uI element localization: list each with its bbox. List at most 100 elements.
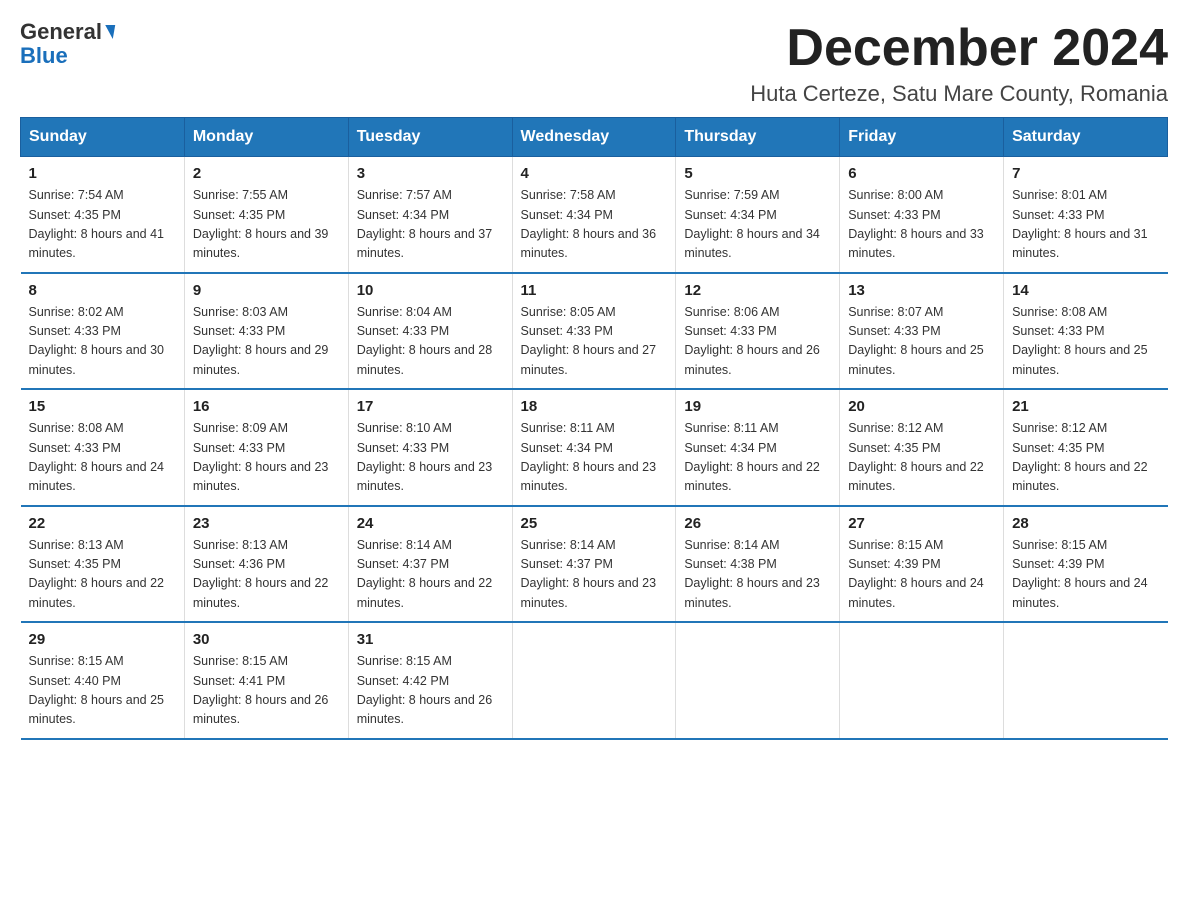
day-number: 24: [357, 515, 504, 532]
day-number: 11: [521, 282, 668, 299]
day-info: Sunrise: 8:06 AMSunset: 4:33 PMDaylight:…: [684, 305, 820, 377]
day-number: 21: [1012, 398, 1159, 415]
day-info: Sunrise: 7:58 AMSunset: 4:34 PMDaylight:…: [521, 188, 657, 260]
calendar-day-cell: 25 Sunrise: 8:14 AMSunset: 4:37 PMDaylig…: [512, 506, 676, 623]
calendar-week-row: 22 Sunrise: 8:13 AMSunset: 4:35 PMDaylig…: [21, 506, 1168, 623]
calendar-day-cell: 29 Sunrise: 8:15 AMSunset: 4:40 PMDaylig…: [21, 622, 185, 739]
calendar-day-cell: 6 Sunrise: 8:00 AMSunset: 4:33 PMDayligh…: [840, 157, 1004, 273]
calendar-day-cell: 13 Sunrise: 8:07 AMSunset: 4:33 PMDaylig…: [840, 273, 1004, 390]
calendar-day-cell: [676, 622, 840, 739]
day-info: Sunrise: 7:54 AMSunset: 4:35 PMDaylight:…: [29, 188, 165, 260]
day-number: 8: [29, 282, 176, 299]
day-info: Sunrise: 8:13 AMSunset: 4:36 PMDaylight:…: [193, 538, 329, 610]
day-number: 20: [848, 398, 995, 415]
calendar-day-cell: 15 Sunrise: 8:08 AMSunset: 4:33 PMDaylig…: [21, 389, 185, 506]
day-number: 5: [684, 165, 831, 182]
calendar-day-cell: 7 Sunrise: 8:01 AMSunset: 4:33 PMDayligh…: [1004, 157, 1168, 273]
calendar-day-cell: 18 Sunrise: 8:11 AMSunset: 4:34 PMDaylig…: [512, 389, 676, 506]
day-number: 19: [684, 398, 831, 415]
calendar-day-cell: 28 Sunrise: 8:15 AMSunset: 4:39 PMDaylig…: [1004, 506, 1168, 623]
day-info: Sunrise: 8:13 AMSunset: 4:35 PMDaylight:…: [29, 538, 165, 610]
calendar-day-cell: 17 Sunrise: 8:10 AMSunset: 4:33 PMDaylig…: [348, 389, 512, 506]
month-title: December 2024: [750, 20, 1168, 77]
day-info: Sunrise: 8:05 AMSunset: 4:33 PMDaylight:…: [521, 305, 657, 377]
day-info: Sunrise: 8:15 AMSunset: 4:39 PMDaylight:…: [848, 538, 984, 610]
day-info: Sunrise: 8:08 AMSunset: 4:33 PMDaylight:…: [29, 421, 165, 493]
day-number: 4: [521, 165, 668, 182]
day-info: Sunrise: 8:09 AMSunset: 4:33 PMDaylight:…: [193, 421, 329, 493]
calendar-day-cell: 24 Sunrise: 8:14 AMSunset: 4:37 PMDaylig…: [348, 506, 512, 623]
day-number: 30: [193, 631, 340, 648]
day-number: 14: [1012, 282, 1159, 299]
day-info: Sunrise: 8:14 AMSunset: 4:38 PMDaylight:…: [684, 538, 820, 610]
day-info: Sunrise: 7:55 AMSunset: 4:35 PMDaylight:…: [193, 188, 329, 260]
day-number: 23: [193, 515, 340, 532]
calendar-week-row: 8 Sunrise: 8:02 AMSunset: 4:33 PMDayligh…: [21, 273, 1168, 390]
calendar-header-row: SundayMondayTuesdayWednesdayThursdayFrid…: [21, 118, 1168, 157]
calendar-day-cell: 9 Sunrise: 8:03 AMSunset: 4:33 PMDayligh…: [184, 273, 348, 390]
calendar-day-cell: 20 Sunrise: 8:12 AMSunset: 4:35 PMDaylig…: [840, 389, 1004, 506]
day-number: 16: [193, 398, 340, 415]
logo-blue-text: Blue: [20, 44, 114, 68]
calendar-week-row: 1 Sunrise: 7:54 AMSunset: 4:35 PMDayligh…: [21, 157, 1168, 273]
calendar-day-cell: 5 Sunrise: 7:59 AMSunset: 4:34 PMDayligh…: [676, 157, 840, 273]
day-info: Sunrise: 8:03 AMSunset: 4:33 PMDaylight:…: [193, 305, 329, 377]
calendar-day-cell: 10 Sunrise: 8:04 AMSunset: 4:33 PMDaylig…: [348, 273, 512, 390]
day-of-week-header: Sunday: [21, 118, 185, 157]
location-title: Huta Certeze, Satu Mare County, Romania: [750, 81, 1168, 107]
calendar-day-cell: 23 Sunrise: 8:13 AMSunset: 4:36 PMDaylig…: [184, 506, 348, 623]
day-number: 31: [357, 631, 504, 648]
day-info: Sunrise: 7:59 AMSunset: 4:34 PMDaylight:…: [684, 188, 820, 260]
day-number: 12: [684, 282, 831, 299]
day-number: 7: [1012, 165, 1159, 182]
day-info: Sunrise: 8:15 AMSunset: 4:39 PMDaylight:…: [1012, 538, 1148, 610]
day-info: Sunrise: 8:10 AMSunset: 4:33 PMDaylight:…: [357, 421, 493, 493]
day-number: 28: [1012, 515, 1159, 532]
day-number: 27: [848, 515, 995, 532]
title-block: December 2024 Huta Certeze, Satu Mare Co…: [750, 20, 1168, 107]
day-of-week-header: Wednesday: [512, 118, 676, 157]
day-number: 22: [29, 515, 176, 532]
day-number: 2: [193, 165, 340, 182]
day-info: Sunrise: 8:11 AMSunset: 4:34 PMDaylight:…: [521, 421, 657, 493]
day-number: 6: [848, 165, 995, 182]
day-number: 18: [521, 398, 668, 415]
day-of-week-header: Friday: [840, 118, 1004, 157]
calendar-day-cell: 14 Sunrise: 8:08 AMSunset: 4:33 PMDaylig…: [1004, 273, 1168, 390]
calendar-day-cell: [512, 622, 676, 739]
day-of-week-header: Thursday: [676, 118, 840, 157]
page-header: General Blue December 2024 Huta Certeze,…: [20, 20, 1168, 107]
day-info: Sunrise: 8:07 AMSunset: 4:33 PMDaylight:…: [848, 305, 984, 377]
day-info: Sunrise: 8:04 AMSunset: 4:33 PMDaylight:…: [357, 305, 493, 377]
logo: General Blue: [20, 20, 114, 68]
calendar-day-cell: 27 Sunrise: 8:15 AMSunset: 4:39 PMDaylig…: [840, 506, 1004, 623]
day-info: Sunrise: 8:15 AMSunset: 4:41 PMDaylight:…: [193, 654, 329, 726]
day-number: 9: [193, 282, 340, 299]
calendar-day-cell: 11 Sunrise: 8:05 AMSunset: 4:33 PMDaylig…: [512, 273, 676, 390]
calendar-day-cell: 12 Sunrise: 8:06 AMSunset: 4:33 PMDaylig…: [676, 273, 840, 390]
calendar-table: SundayMondayTuesdayWednesdayThursdayFrid…: [20, 117, 1168, 740]
calendar-day-cell: 22 Sunrise: 8:13 AMSunset: 4:35 PMDaylig…: [21, 506, 185, 623]
day-of-week-header: Tuesday: [348, 118, 512, 157]
logo-arrow-icon: [103, 25, 115, 39]
calendar-day-cell: 31 Sunrise: 8:15 AMSunset: 4:42 PMDaylig…: [348, 622, 512, 739]
day-number: 1: [29, 165, 176, 182]
calendar-week-row: 29 Sunrise: 8:15 AMSunset: 4:40 PMDaylig…: [21, 622, 1168, 739]
calendar-day-cell: [1004, 622, 1168, 739]
day-number: 17: [357, 398, 504, 415]
calendar-day-cell: 2 Sunrise: 7:55 AMSunset: 4:35 PMDayligh…: [184, 157, 348, 273]
day-number: 15: [29, 398, 176, 415]
day-info: Sunrise: 7:57 AMSunset: 4:34 PMDaylight:…: [357, 188, 493, 260]
calendar-day-cell: 19 Sunrise: 8:11 AMSunset: 4:34 PMDaylig…: [676, 389, 840, 506]
day-info: Sunrise: 8:15 AMSunset: 4:42 PMDaylight:…: [357, 654, 493, 726]
calendar-day-cell: 3 Sunrise: 7:57 AMSunset: 4:34 PMDayligh…: [348, 157, 512, 273]
day-info: Sunrise: 8:14 AMSunset: 4:37 PMDaylight:…: [521, 538, 657, 610]
calendar-day-cell: 16 Sunrise: 8:09 AMSunset: 4:33 PMDaylig…: [184, 389, 348, 506]
day-info: Sunrise: 8:01 AMSunset: 4:33 PMDaylight:…: [1012, 188, 1148, 260]
calendar-day-cell: [840, 622, 1004, 739]
day-of-week-header: Monday: [184, 118, 348, 157]
day-number: 3: [357, 165, 504, 182]
calendar-week-row: 15 Sunrise: 8:08 AMSunset: 4:33 PMDaylig…: [21, 389, 1168, 506]
day-number: 26: [684, 515, 831, 532]
day-number: 29: [29, 631, 176, 648]
